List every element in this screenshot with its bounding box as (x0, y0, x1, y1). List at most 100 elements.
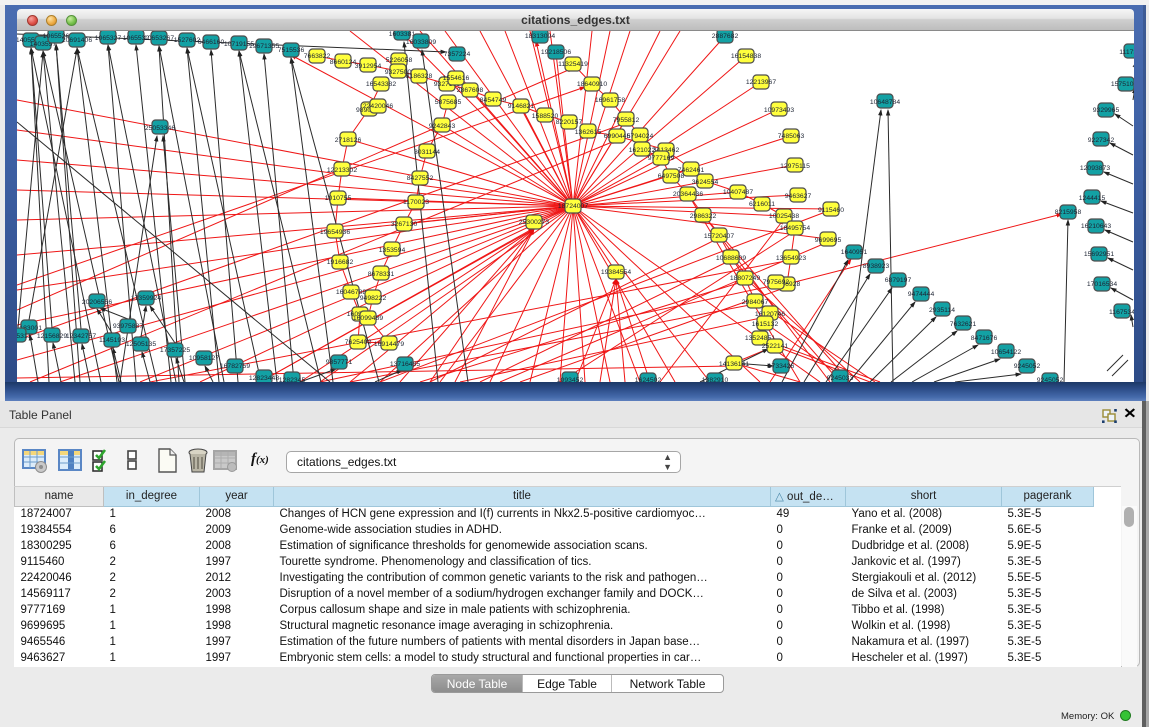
svg-text:12823448: 12823448 (249, 375, 279, 382)
svg-text:7632621: 7632621 (950, 321, 977, 328)
svg-text:6794024: 6794024 (627, 133, 654, 140)
svg-text:7663822: 7663822 (304, 53, 331, 60)
svg-text:15720407: 15720407 (704, 233, 734, 240)
svg-text:6497508: 6497508 (658, 173, 685, 180)
svg-text:16961758: 16961758 (595, 97, 625, 104)
svg-text:15692951: 15692951 (1084, 251, 1114, 258)
svg-text:1603381: 1603381 (389, 31, 416, 38)
svg-text:1640951: 1640951 (841, 249, 868, 256)
svg-text:1527602: 1527602 (174, 37, 201, 44)
svg-text:3624554: 3624554 (692, 179, 719, 186)
svg-text:9777169: 9777169 (648, 155, 675, 162)
svg-text:2887682: 2887682 (712, 33, 739, 40)
svg-text:9227342: 9227342 (1088, 137, 1115, 144)
svg-text:9115460: 9115460 (818, 207, 844, 214)
svg-text:10973493: 10973493 (764, 107, 794, 114)
svg-text:13654923: 13654923 (776, 255, 806, 262)
svg-text:19218506: 19218506 (541, 49, 571, 56)
svg-text:8471676: 8471676 (971, 335, 998, 342)
svg-text:2984067: 2984067 (742, 299, 769, 306)
svg-text:7975692: 7975692 (763, 279, 790, 286)
svg-text:1244415: 1244415 (1079, 195, 1106, 202)
svg-text:15751074: 15751074 (1111, 81, 1134, 88)
svg-text:17357225: 17357225 (160, 347, 190, 354)
svg-text:8454749: 8454749 (480, 97, 507, 104)
svg-text:2867608: 2867608 (457, 87, 484, 94)
svg-text:7485063: 7485063 (778, 133, 805, 140)
svg-text:8938923: 8938923 (863, 263, 890, 270)
svg-text:16914479: 16914479 (374, 341, 404, 348)
svg-text:9245052: 9245052 (1014, 363, 1041, 370)
svg-text:93975887: 93975887 (113, 323, 143, 330)
svg-text:1167534: 1167534 (1109, 309, 1134, 316)
svg-text:1010755: 1010755 (325, 195, 352, 202)
svg-text:18807249: 18807249 (730, 275, 760, 282)
svg-text:11325419: 11325419 (558, 61, 588, 68)
svg-text:1353594: 1353594 (379, 247, 406, 254)
svg-text:17359924: 17359924 (131, 295, 161, 302)
svg-text:1362615: 1362615 (575, 129, 602, 136)
svg-text:12156829: 12156829 (37, 333, 67, 340)
svg-text:18495754: 18495754 (780, 225, 810, 232)
svg-text:1170023: 1170023 (403, 199, 429, 206)
svg-text:10653267: 10653267 (144, 35, 174, 42)
svg-text:10688609: 10688609 (716, 255, 746, 262)
svg-text:10407487: 10407487 (723, 189, 753, 196)
svg-text:12213967: 12213967 (746, 79, 776, 86)
svg-text:3267130: 3267130 (391, 221, 418, 228)
svg-text:16033809: 16033809 (406, 39, 436, 46)
svg-text:1145193: 1145193 (99, 337, 125, 344)
svg-text:12975115: 12975115 (780, 163, 810, 170)
svg-text:9699695: 9699695 (815, 237, 842, 244)
svg-text:14136141: 14136141 (719, 361, 749, 368)
svg-text:25053346: 25053346 (145, 125, 175, 132)
svg-text:7515536: 7515536 (278, 47, 305, 54)
svg-text:25300273: 25300273 (519, 219, 549, 226)
svg-text:8031144: 8031144 (414, 149, 440, 156)
svg-text:16543382: 16543382 (366, 81, 396, 88)
svg-text:6216011: 6216011 (749, 201, 775, 208)
svg-text:7625402: 7625402 (345, 339, 372, 346)
svg-text:12505135: 12505135 (126, 341, 156, 348)
svg-text:2986322: 2986322 (690, 213, 717, 220)
svg-text:1733426: 1733426 (768, 363, 795, 370)
svg-text:16210643: 16210643 (1081, 223, 1111, 230)
svg-text:10958127: 10958127 (189, 355, 219, 362)
svg-text:8186328: 8186328 (406, 73, 433, 80)
svg-text:1554616: 1554616 (443, 75, 470, 82)
svg-text:10025438: 10025438 (769, 213, 799, 220)
svg-text:1621022: 1621022 (629, 147, 656, 154)
svg-text:9329965: 9329965 (1093, 107, 1120, 114)
svg-text:3915311: 3915311 (17, 333, 31, 340)
svg-text:16154838: 16154838 (731, 53, 761, 60)
svg-text:20206556: 20206556 (82, 299, 112, 306)
svg-text:16782759: 16782759 (220, 363, 250, 370)
svg-text:1065327: 1065327 (95, 35, 122, 42)
svg-text:9146821: 9146821 (508, 103, 535, 110)
svg-text:9463627: 9463627 (785, 193, 812, 200)
svg-text:19654936: 19654936 (320, 229, 350, 236)
svg-text:6879197: 6879197 (885, 277, 912, 284)
svg-text:8220157: 8220157 (556, 119, 583, 126)
svg-text:8678331: 8678331 (368, 271, 395, 278)
svg-text:8215958: 8215958 (1055, 209, 1082, 216)
svg-text:10648784: 10648784 (870, 99, 900, 106)
svg-text:7357224: 7357224 (444, 51, 471, 58)
svg-text:2718126: 2718126 (335, 137, 362, 144)
svg-text:6466160: 6466160 (198, 39, 225, 46)
svg-text:16099489: 16099489 (353, 315, 383, 322)
svg-text:8660124: 8660124 (330, 59, 357, 66)
svg-text:17016534: 17016534 (1087, 281, 1117, 288)
svg-text:1916682: 1916682 (327, 259, 354, 266)
svg-text:13716485: 13716485 (390, 361, 420, 368)
svg-text:9857771: 9857771 (326, 359, 353, 366)
svg-text:18724007: 18724007 (558, 203, 588, 210)
svg-text:3912954: 3912954 (355, 63, 382, 70)
svg-text:5875685: 5875685 (435, 99, 462, 106)
svg-text:18313094: 18313094 (525, 33, 555, 40)
svg-text:12342757: 12342757 (66, 333, 96, 340)
svg-text:5226058: 5226058 (386, 57, 413, 64)
svg-text:9245033: 9245033 (827, 375, 854, 382)
svg-text:1588520: 1588520 (532, 113, 559, 120)
svg-text:9474444: 9474444 (908, 291, 935, 298)
